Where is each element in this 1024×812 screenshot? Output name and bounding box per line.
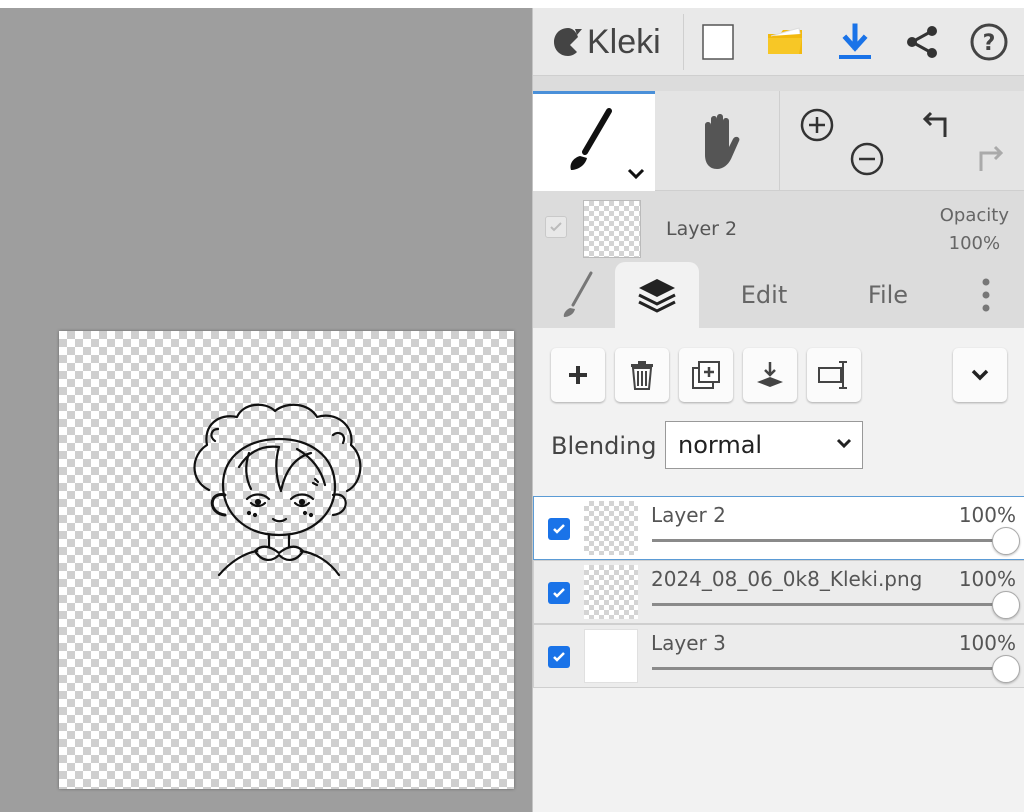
layer-thumbnail [584, 629, 638, 683]
add-layer-button[interactable] [551, 348, 605, 402]
hand-tool-button[interactable] [657, 91, 779, 191]
layer-visibility-checkbox[interactable] [548, 518, 570, 540]
brush-icon [570, 108, 612, 170]
blending-label: Blending [551, 432, 657, 460]
layer-opacity: 100% [958, 631, 1016, 655]
kleki-logo-icon [554, 28, 582, 56]
tool-row [533, 91, 1024, 191]
app-name: Kleki [587, 22, 661, 61]
brush-tab-icon [563, 271, 593, 317]
blending-mode-value: normal [678, 431, 763, 459]
layer-opacity-slider[interactable] [652, 667, 1006, 670]
hand-icon [705, 114, 740, 169]
opacity-value: 100% [948, 233, 1001, 254]
kleki-logo[interactable]: Kleki [551, 22, 661, 62]
layer-opacity-slider-handle[interactable] [992, 591, 1020, 619]
tab-more[interactable] [963, 262, 1009, 328]
chevron-down-icon [971, 369, 989, 381]
zoom-in-icon[interactable] [799, 107, 835, 143]
current-layer-info: Layer 2 Opacity 100% [533, 192, 1024, 262]
layer-name: Layer 3 [651, 631, 726, 655]
undo-icon[interactable] [921, 107, 957, 143]
layer-opacity-slider[interactable] [652, 539, 1006, 542]
duplicate-layer-button[interactable] [679, 348, 733, 402]
layer-visibility-checkbox[interactable] [548, 646, 570, 668]
duplicate-icon [692, 361, 720, 389]
current-layer-visibility-checkbox[interactable] [545, 216, 567, 238]
layer-options-button[interactable] [953, 348, 1007, 402]
help-circle-icon: ? [970, 23, 1008, 61]
layers-panel: Blending normal Layer 2 100% 2024_08_06_… [533, 328, 1024, 812]
drawing-canvas[interactable] [59, 331, 514, 789]
plus-icon [569, 366, 587, 384]
layer-opacity-slider[interactable] [652, 603, 1006, 606]
tool-separator [779, 91, 780, 191]
current-layer-thumbnail [583, 200, 641, 258]
layer-opacity: 100% [958, 503, 1016, 527]
tab-layers[interactable] [615, 262, 699, 328]
layer-opacity: 100% [958, 567, 1016, 591]
download-icon [839, 23, 871, 59]
blank-page-icon [702, 24, 734, 60]
layer-name: 2024_08_06_0k8_Kleki.png [651, 567, 923, 591]
zoom-tool-group [781, 91, 903, 191]
rename-icon [818, 361, 847, 389]
layer-opacity-slider-handle[interactable] [992, 655, 1020, 683]
open-button[interactable] [763, 20, 807, 64]
tab-file[interactable]: File [843, 262, 933, 328]
top-strip [0, 0, 1024, 8]
layer-name: Layer 2 [651, 503, 726, 527]
delete-layer-button[interactable] [615, 348, 669, 402]
current-layer-opacity[interactable]: Opacity 100% [940, 202, 1009, 258]
share-icon [907, 26, 937, 58]
side-panel: Kleki ? Layer 2 Opacity 100% Edit File B… [532, 8, 1024, 812]
current-layer-name: Layer 2 [666, 218, 738, 240]
layer-thumbnail [584, 501, 638, 555]
layer-visibility-checkbox[interactable] [548, 582, 570, 604]
checkmark-icon [553, 652, 565, 662]
checkmark-icon [553, 524, 565, 534]
svg-text:?: ? [983, 31, 996, 56]
chevron-down-icon [627, 168, 645, 180]
merge-down-button[interactable] [743, 348, 797, 402]
layer-thumbnail [584, 565, 638, 619]
chevron-down-icon [836, 438, 852, 449]
opacity-label: Opacity [939, 205, 1009, 226]
new-document-button[interactable] [696, 20, 740, 64]
line-art-drawing [193, 403, 362, 577]
canvas-workspace[interactable] [0, 8, 532, 812]
layer-row[interactable]: Layer 2 100% [533, 496, 1024, 560]
zoom-out-icon[interactable] [849, 141, 885, 177]
rename-layer-button[interactable] [807, 348, 861, 402]
help-button[interactable]: ? [967, 20, 1011, 64]
layers-icon [638, 279, 676, 313]
checkmark-icon [550, 222, 562, 232]
panel-tabs: Edit File [533, 262, 1024, 328]
redo-icon[interactable] [969, 141, 1005, 177]
tab-brush[interactable] [543, 262, 613, 328]
app-header: Kleki ? [533, 8, 1024, 76]
layer-row[interactable]: Layer 3 100% [533, 624, 1024, 688]
layer-opacity-slider-handle[interactable] [992, 527, 1020, 555]
brush-tool-button[interactable] [533, 91, 655, 191]
merge-down-icon [757, 362, 783, 387]
more-vertical-icon [982, 278, 990, 312]
tab-edit[interactable]: Edit [719, 262, 809, 328]
share-button[interactable] [900, 20, 944, 64]
header-divider [683, 14, 684, 70]
download-button[interactable] [833, 20, 877, 64]
layer-row[interactable]: 2024_08_06_0k8_Kleki.png 100% [533, 560, 1024, 624]
undo-redo-group [903, 91, 1024, 191]
blending-mode-select[interactable]: normal [665, 421, 863, 469]
checkmark-icon [553, 588, 565, 598]
trash-icon [631, 361, 653, 390]
folder-icon [768, 27, 802, 54]
